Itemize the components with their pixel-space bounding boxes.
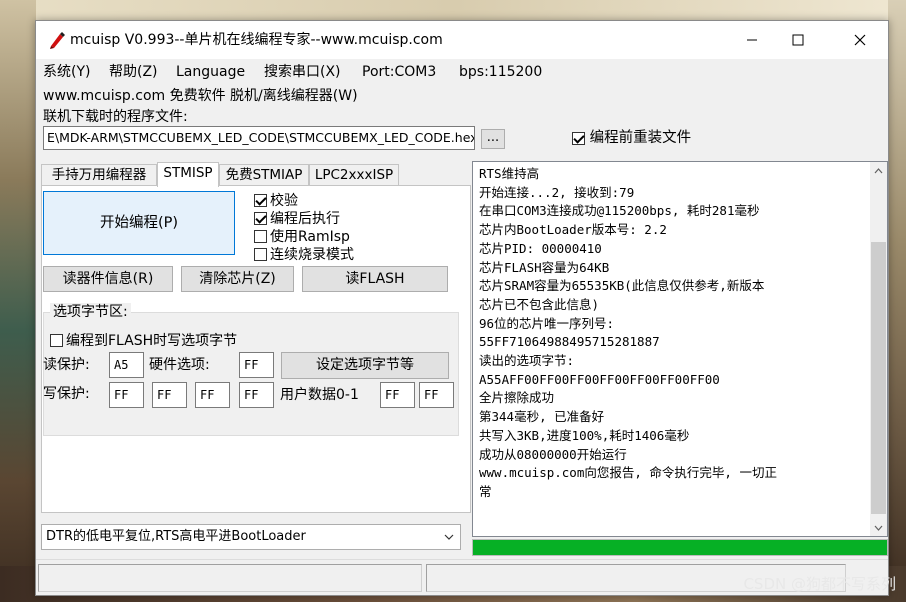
log-line: 芯片已不包含此信息) (479, 296, 600, 312)
offline-programmer-bar: www.mcuisp.com 免费软件 脱机/离线编程器(W) (36, 85, 888, 107)
use-ramisp-label: 使用RamIsp (270, 229, 350, 245)
wallpaper-left (0, 0, 36, 602)
log-line: 成功从08000000开始运行 (479, 446, 627, 462)
offline-programmer-link[interactable]: www.mcuisp.com 免费软件 脱机/离线编程器(W) (43, 85, 358, 107)
progress-fill (473, 540, 887, 555)
programmer-tabs: 手持万用编程器 STMISP 免费STMIAP LPC2xxxISP (41, 162, 473, 187)
tab-stmisp[interactable]: STMISP (157, 162, 219, 187)
log-line: 芯片FLASH容量为64KB (479, 259, 610, 275)
window-title: mcuisp V0.993--单片机在线编程专家--www.mcuisp.com (70, 32, 443, 48)
reset-mode-selected: DTR的低电平复位,RTS高电平进BootLoader (46, 529, 306, 544)
user-data-label: 用户数据0-1 (280, 387, 359, 403)
log-line: 开始连接...2, 接收到:79 (479, 184, 635, 200)
log-line: 读出的选项字节: (479, 353, 575, 369)
menu-system[interactable]: 系统(Y) (43, 59, 90, 85)
browse-file-button[interactable]: ... (481, 129, 505, 149)
menu-port[interactable]: Port:COM3 (362, 59, 436, 85)
read-protect-label: 读保护: (43, 357, 90, 373)
chevron-down-icon[interactable] (438, 525, 460, 549)
menu-language[interactable]: Language (176, 59, 245, 85)
reinstall-before-program-option[interactable]: 编程前重装文件 (572, 128, 691, 148)
close-icon (854, 34, 866, 46)
log-line: 常 (479, 483, 492, 499)
mcuisp-pen-icon (50, 32, 65, 49)
csdn-watermark: CSDN @狗都不写系列 (743, 575, 896, 593)
log-line: 全片擦除成功 (479, 390, 555, 406)
tab-lpc2xxxisp[interactable]: LPC2xxxISP (309, 164, 399, 186)
write-option-bytes-checkbox[interactable] (50, 333, 63, 347)
option-bytes-title: 选项字节区: (50, 303, 131, 321)
verify-checkbox[interactable] (254, 193, 267, 207)
start-programming-button[interactable]: 开始编程(P) (43, 191, 235, 255)
write-protect-input-2[interactable]: FF (152, 382, 187, 408)
read-flash-button[interactable]: 读FLASH (302, 266, 448, 292)
mcuisp-window: mcuisp V0.993--单片机在线编程专家--www.mcuisp.com… (35, 20, 889, 596)
reset-mode-select[interactable]: DTR的低电平复位,RTS高电平进BootLoader (41, 524, 461, 550)
scroll-up-icon[interactable] (870, 162, 887, 179)
menu-search-port[interactable]: 搜索串口(X) (264, 59, 341, 85)
write-protect-input-4[interactable]: FF (239, 382, 274, 408)
set-option-bytes-button[interactable]: 设定选项字节等 (281, 352, 449, 379)
wallpaper-right (888, 0, 906, 602)
log-output[interactable]: RTS维持高开始连接...2, 接收到:79 在串口COM3连接成功@115200… (472, 161, 888, 537)
verify-label: 校验 (270, 193, 298, 209)
log-line: 在串口COM3连接成功@115200bps, 耗时281毫秒 (479, 203, 760, 219)
user-data-input-0[interactable]: FF (380, 382, 415, 408)
erase-chip-button[interactable]: 清除芯片(Z) (181, 266, 294, 292)
option-use-ramisp[interactable]: 使用RamIsp (254, 228, 350, 246)
status-cell-1 (38, 564, 422, 592)
user-data-input-1[interactable]: FF (419, 382, 454, 408)
menu-help[interactable]: 帮助(Z) (109, 59, 158, 85)
read-device-info-button[interactable]: 读器件信息(R) (43, 266, 173, 292)
log-line: 第344毫秒, 已准备好 (479, 409, 605, 425)
title-bar[interactable]: mcuisp V0.993--单片机在线编程专家--www.mcuisp.com (36, 21, 888, 59)
hardware-option-input[interactable]: FF (239, 352, 274, 378)
log-line: www.mcuisp.com向您报告, 命令执行完毕, 一切正 (479, 465, 777, 481)
scroll-down-icon[interactable] (870, 519, 887, 536)
minimize-icon (747, 39, 757, 41)
log-line: A55AFF00FF00FF00FF00FF00FF00FF00 (479, 371, 720, 387)
log-line: 芯片SRAM容量为65535KB(此信息仅供参考,新版本 (479, 278, 765, 294)
minimize-button[interactable] (729, 21, 775, 59)
continuous-burn-label: 连续烧录模式 (270, 247, 354, 263)
reinstall-label: 编程前重装文件 (589, 130, 692, 146)
write-option-bytes-on-flash-option[interactable]: 编程到FLASH时写选项字节 (50, 332, 237, 350)
maximize-button[interactable] (775, 21, 821, 59)
program-file-path-input[interactable]: E\MDK-ARM\STMCCUBEMX_LED_CODE\STMCCUBEMX… (43, 126, 475, 150)
run-after-program-label: 编程后执行 (270, 211, 340, 227)
write-option-bytes-label: 编程到FLASH时写选项字节 (66, 333, 238, 349)
write-protect-label: 写保护: (43, 386, 90, 402)
log-scrollbar[interactable] (870, 162, 887, 536)
menu-bar: 系统(Y) 帮助(Z) Language 搜索串口(X) Port:COM3 b… (36, 59, 888, 85)
log-line: RTS维持高 (479, 166, 540, 181)
log-lines: RTS维持高开始连接...2, 接收到:79 在串口COM3连接成功@115200… (479, 165, 867, 502)
program-file-label: 联机下载时的程序文件: (43, 109, 188, 125)
tab-free-stmiap[interactable]: 免费STMIAP (219, 164, 309, 186)
log-line: 96位的芯片唯一序列号: (479, 315, 615, 331)
log-line: 55FF71064988495715281887 (479, 334, 660, 350)
wallpaper-top (0, 0, 906, 22)
option-run-after-program[interactable]: 编程后执行 (254, 210, 340, 228)
reinstall-checkbox[interactable] (572, 131, 585, 145)
programming-progress-bar (472, 539, 888, 556)
close-button[interactable] (837, 21, 883, 59)
write-protect-input-1[interactable]: FF (109, 382, 144, 408)
read-protect-input[interactable]: A5 (109, 352, 144, 378)
maximize-icon (792, 34, 804, 46)
log-line: 芯片PID: 00000410 (479, 240, 602, 256)
hardware-option-label: 硬件选项: (149, 357, 210, 373)
write-protect-input-3[interactable]: FF (195, 382, 230, 408)
continuous-burn-checkbox[interactable] (254, 247, 267, 261)
run-after-program-checkbox[interactable] (254, 211, 267, 225)
use-ramisp-checkbox[interactable] (254, 229, 267, 243)
log-line: 共写入3KB,进度100%,耗时1406毫秒 (479, 427, 690, 443)
menu-bps[interactable]: bps:115200 (459, 59, 542, 85)
option-continuous-burn[interactable]: 连续烧录模式 (254, 246, 354, 264)
log-line: 芯片内BootLoader版本号: 2.2 (479, 222, 667, 238)
scroll-thumb[interactable] (871, 242, 886, 514)
tab-handheld-programmer[interactable]: 手持万用编程器 (41, 164, 157, 186)
option-verify[interactable]: 校验 (254, 192, 298, 210)
